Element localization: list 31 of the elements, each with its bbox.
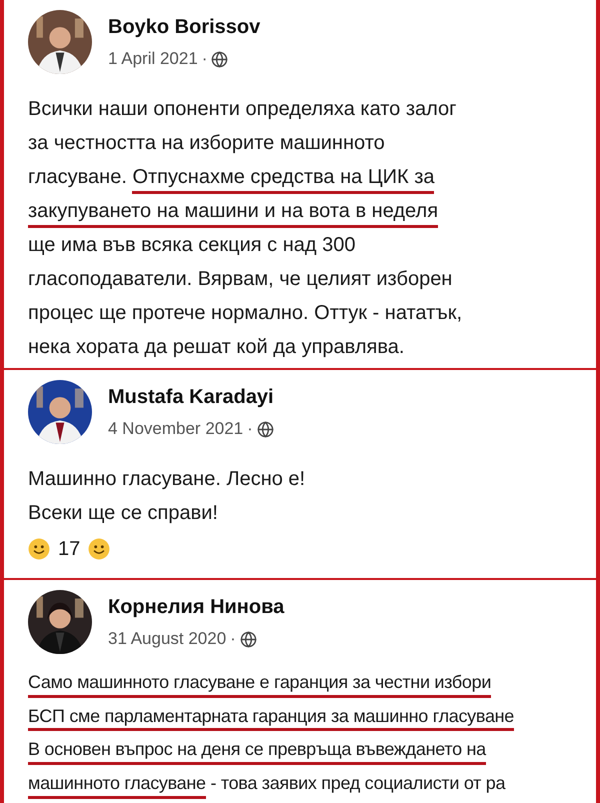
post-text: ще има във всяка секция с над 300 bbox=[28, 234, 356, 258]
date-separator: · bbox=[230, 628, 236, 650]
post-text: В основен въпрос на деня се превръща въвеждането на bbox=[28, 739, 486, 766]
post-text: БСП сме парламентарната гаранция за машинно гласуване bbox=[28, 706, 514, 732]
date-separator: · bbox=[202, 48, 208, 70]
globe-icon bbox=[211, 50, 228, 68]
author-name[interactable]: Mustafa Karadayi bbox=[108, 382, 274, 412]
post-text: нека хората да решат кой да управлява. bbox=[28, 336, 404, 360]
post-text: за честността на изборите машинното bbox=[28, 132, 385, 156]
post-text: - това заявих пред социалисти от ра bbox=[209, 773, 506, 796]
author-name[interactable]: Корнелия Нинова bbox=[108, 592, 284, 622]
globe-icon bbox=[240, 630, 257, 648]
post-text: гласуване. bbox=[28, 166, 128, 190]
post-text: процес ще протече нормално. Оттук - нататък, bbox=[28, 302, 462, 326]
post-date[interactable]: 31 August 2020 bbox=[108, 626, 226, 652]
globe-icon bbox=[256, 420, 274, 438]
post-text: Машинно гласуване. Лесно е! bbox=[28, 468, 306, 492]
post-date[interactable]: 1 April 2021 bbox=[108, 46, 198, 72]
post-text: Отпуснахме средства на ЦИК за bbox=[132, 166, 434, 194]
post-text: Всички наши опоненти определяха като залог bbox=[28, 98, 456, 122]
reaction-count: 17 bbox=[58, 537, 80, 562]
smiley-icon bbox=[88, 538, 110, 560]
post-text: машинното гласуване bbox=[28, 773, 206, 799]
post-text: закупуването на машини и на вота в неделя bbox=[28, 200, 438, 228]
post-date[interactable]: 4 November 2021 bbox=[108, 416, 244, 442]
post-text: Всеки ще се справи! bbox=[28, 502, 218, 526]
date-separator: · bbox=[247, 418, 253, 440]
post-text: Само машинното гласуване е гаранция за честни избори bbox=[28, 672, 492, 698]
author-name[interactable]: Boyko Borissov bbox=[108, 12, 260, 42]
smiley-icon bbox=[28, 538, 50, 560]
post-text: гласоподаватели. Вярвам, че целият изборен bbox=[28, 268, 452, 292]
